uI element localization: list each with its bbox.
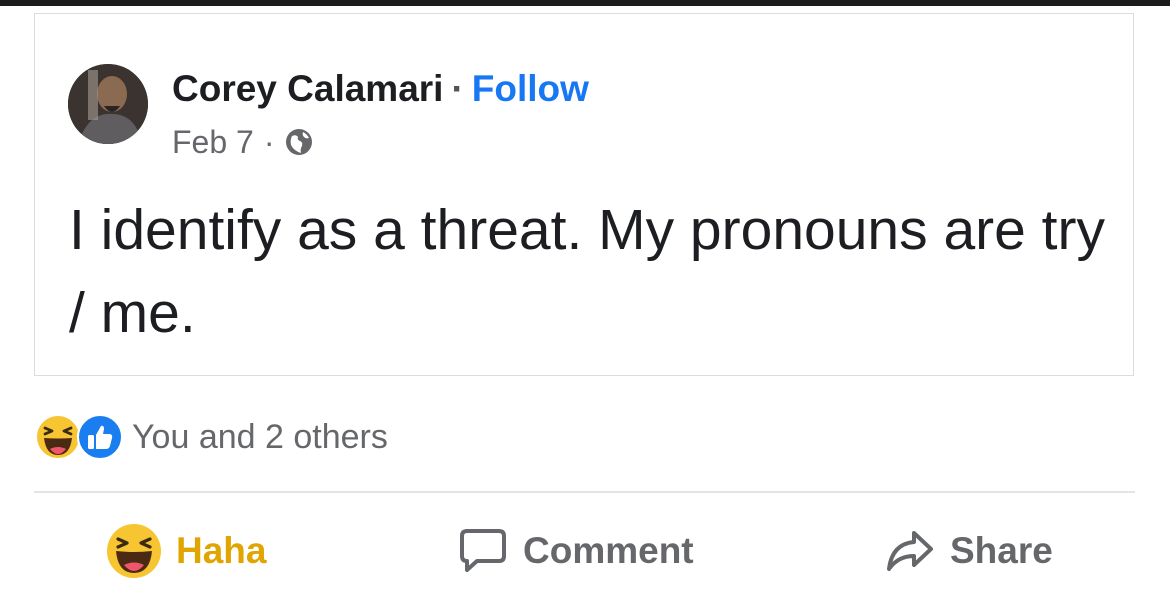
reactions-summary[interactable]: You and 2 others (34, 413, 388, 461)
share-button[interactable]: Share (884, 515, 1053, 587)
follow-link[interactable]: Follow (472, 68, 589, 110)
top-edge-bar (0, 0, 1170, 6)
name-separator: · (451, 68, 464, 109)
shared-post-card[interactable]: Corey Calamari · Follow Feb 7 · I identi… (34, 13, 1134, 376)
author-line: Corey Calamari · Follow (172, 66, 589, 112)
post-meta: Feb 7 · (172, 122, 314, 162)
avatar[interactable] (68, 64, 148, 144)
action-bar: Haha Comment Share (34, 515, 1135, 587)
reaction-icons (34, 413, 124, 461)
reaction-summary-text[interactable]: You and 2 others (132, 418, 388, 457)
actions-divider (34, 491, 1135, 493)
share-label: Share (950, 530, 1053, 571)
meta-separator: · (263, 123, 275, 160)
haha-icon (34, 413, 82, 461)
haha-label: Haha (176, 530, 267, 571)
haha-button[interactable]: Haha (106, 515, 266, 587)
post-date[interactable]: Feb 7 (172, 124, 254, 161)
comment-label: Comment (523, 530, 694, 571)
author-name[interactable]: Corey Calamari (172, 68, 443, 110)
like-icon (76, 413, 124, 461)
haha-reaction-icon (107, 524, 161, 578)
share-icon (887, 531, 933, 571)
globe-icon (284, 127, 314, 157)
post-text: I identify as a threat. My pronouns are … (69, 198, 1105, 345)
comment-button[interactable]: Comment (457, 515, 694, 587)
comment-icon (460, 529, 506, 572)
